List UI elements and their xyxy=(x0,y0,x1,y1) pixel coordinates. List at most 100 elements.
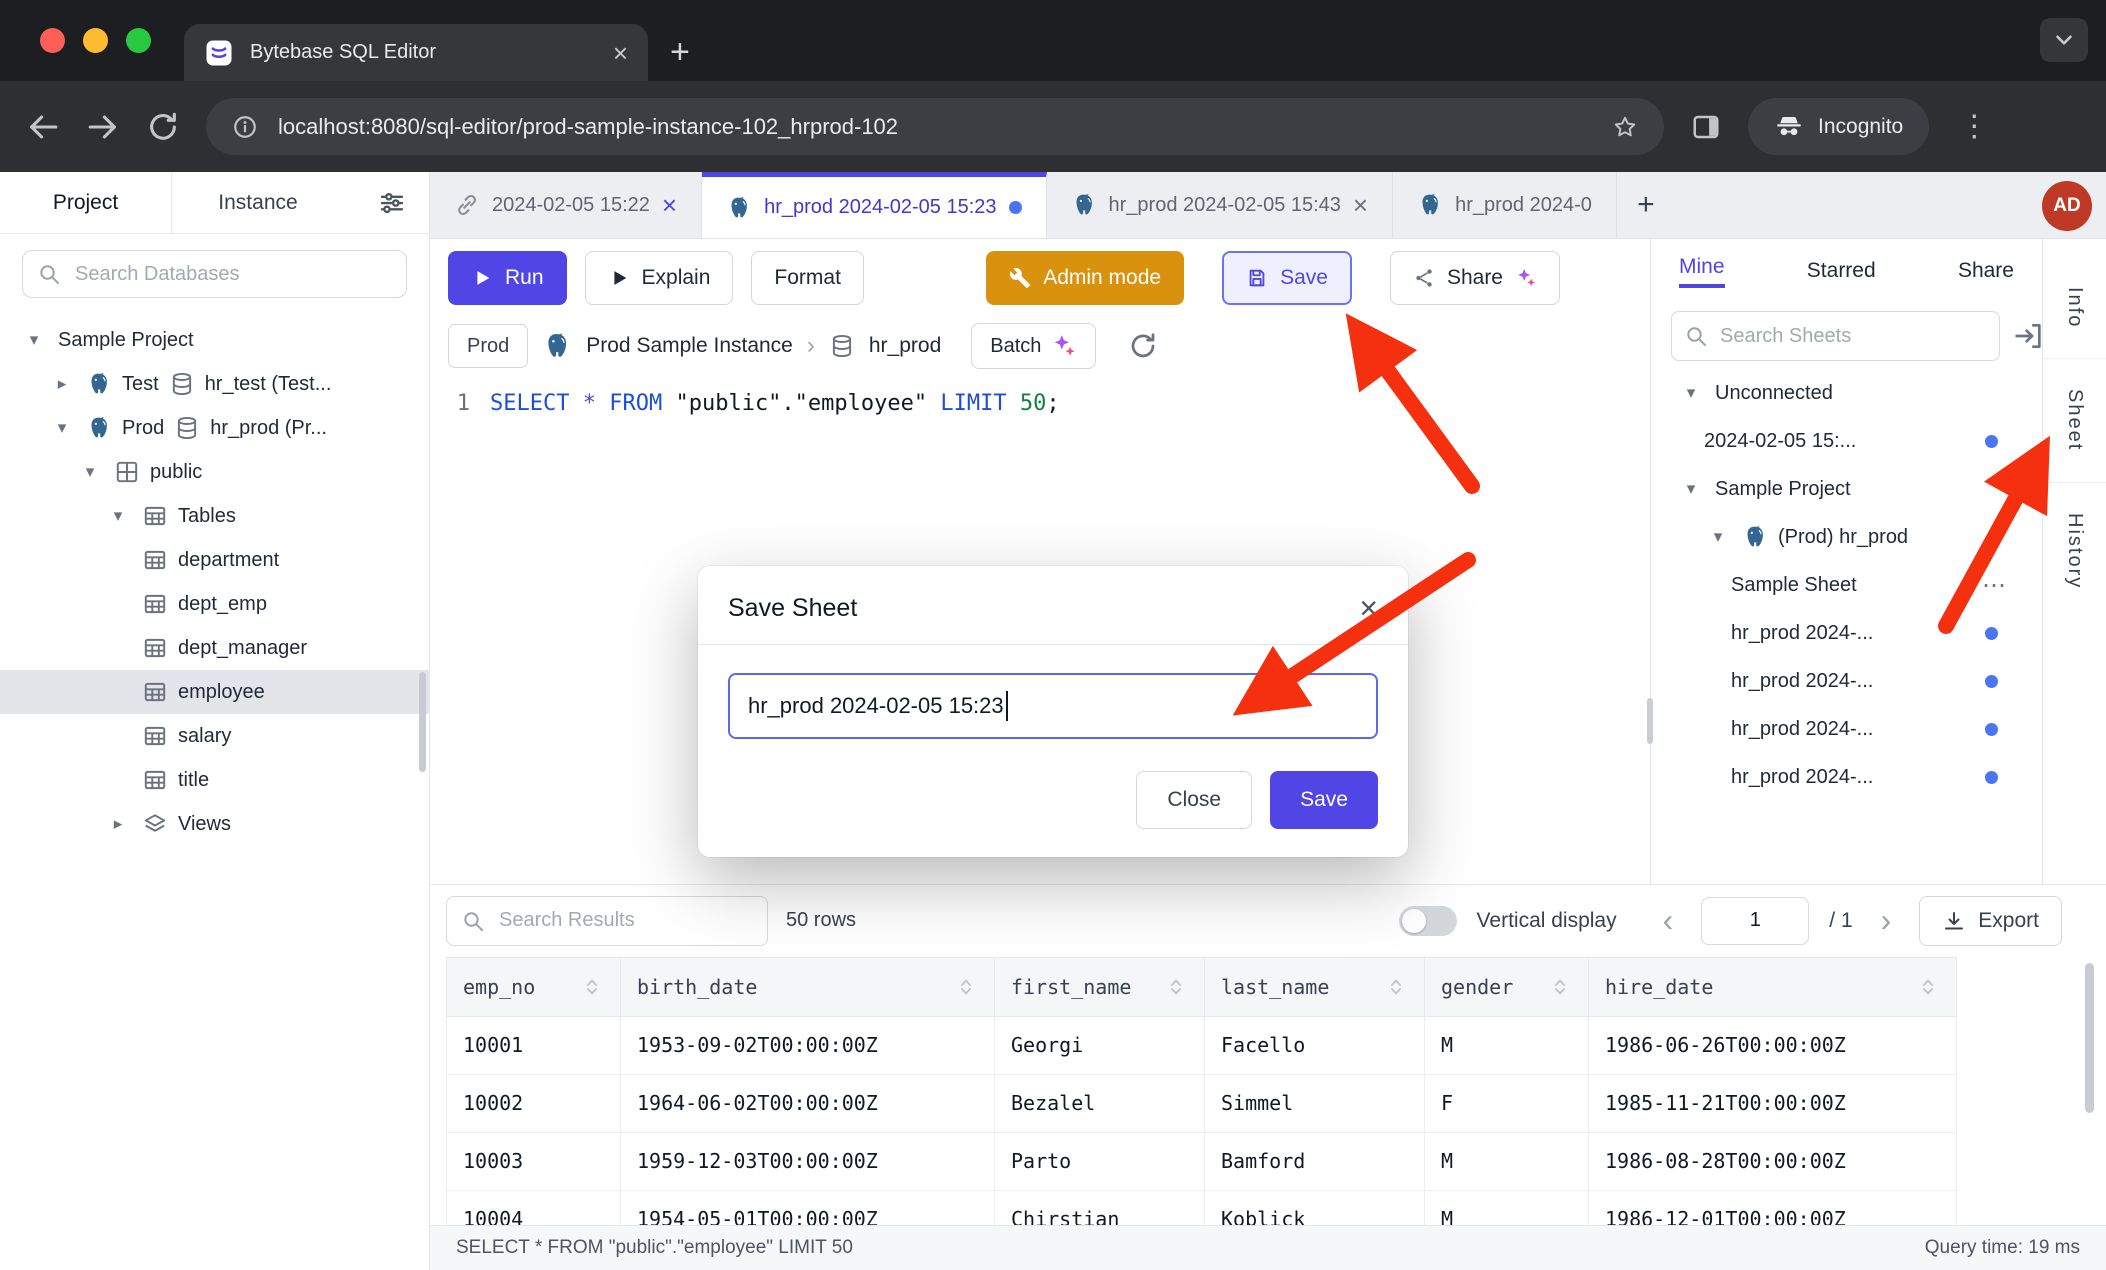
column-header-first-name[interactable]: first_name xyxy=(995,957,1205,1016)
database-search[interactable] xyxy=(22,250,407,298)
sidebar-scrollbar[interactable] xyxy=(419,672,426,772)
chevron-down-icon[interactable]: ▾ xyxy=(76,462,104,482)
new-sheet-tab-button[interactable]: + xyxy=(1617,172,1675,238)
column-header-gender[interactable]: gender xyxy=(1425,957,1589,1016)
sheet-search-input[interactable] xyxy=(1718,324,1987,349)
chevron-down-icon[interactable]: ▾ xyxy=(20,330,48,350)
sheet-name-input[interactable]: hr_prod 2024-02-05 15:23 xyxy=(728,673,1378,739)
chevron-down-icon[interactable]: ▾ xyxy=(1677,383,1705,403)
zoom-window-button[interactable] xyxy=(126,28,151,53)
tab-project[interactable]: Project xyxy=(0,172,172,233)
dialog-close-button[interactable]: Close xyxy=(1136,771,1252,829)
sheet-item-6-hr-prod-2024[interactable]: hr_prod 2024-... xyxy=(1651,657,2042,705)
db-tree-item-department[interactable]: department xyxy=(0,538,429,582)
chevron-right-icon[interactable]: ▸ xyxy=(48,374,76,394)
postgres-icon xyxy=(542,331,572,361)
reload-button[interactable] xyxy=(146,110,180,144)
editor-tab-hr-prod-2024-02-05-15-23[interactable]: hr_prod 2024-02-05 15:23 xyxy=(702,172,1046,238)
chevron-down-icon[interactable]: ▾ xyxy=(48,418,76,438)
panel-tab-sheet[interactable]: Sheet xyxy=(2043,359,2106,482)
db-tree-item-tables[interactable]: ▾Tables xyxy=(0,494,429,538)
panel-resize-handle[interactable] xyxy=(1647,698,1653,744)
column-header-emp-no[interactable]: emp_no xyxy=(447,957,621,1016)
save-button[interactable]: Save xyxy=(1222,251,1352,305)
results-search-input[interactable] xyxy=(497,908,753,933)
chevron-down-icon[interactable]: ▾ xyxy=(104,506,132,526)
new-browser-tab-button[interactable]: + xyxy=(670,35,690,69)
db-tree-item-views[interactable]: ▸Views xyxy=(0,802,429,846)
column-header-hire-date[interactable]: hire_date xyxy=(1589,957,1957,1016)
vertical-display-toggle[interactable] xyxy=(1399,906,1457,936)
explain-button[interactable]: Explain xyxy=(585,251,734,305)
prev-page-button[interactable]: ‹ xyxy=(1655,902,1682,939)
environment-badge[interactable]: Prod xyxy=(448,324,528,368)
sheet-item-3-prod-hr-prod[interactable]: ▾(Prod) hr_prod xyxy=(1651,513,2042,561)
run-button[interactable]: Run xyxy=(448,251,567,305)
collapse-sheet-panel-icon[interactable] xyxy=(2012,320,2044,352)
editor-tab-2024-02-05-15-22[interactable]: 2024-02-05 15:22× xyxy=(430,172,702,238)
sheet-item-5-hr-prod-2024[interactable]: hr_prod 2024-... xyxy=(1651,609,2042,657)
database-name[interactable]: hr_prod xyxy=(869,334,941,358)
more-menu-icon[interactable]: ⋯ xyxy=(1982,571,2008,600)
minimize-window-button[interactable] xyxy=(83,28,108,53)
close-tab-icon[interactable]: × xyxy=(662,192,677,218)
forward-button[interactable] xyxy=(86,110,120,144)
db-tree-item-dept-emp[interactable]: dept_emp xyxy=(0,582,429,626)
batch-button[interactable]: Batch xyxy=(971,323,1096,369)
db-tree-item-salary[interactable]: salary xyxy=(0,714,429,758)
editor-tab-hr-prod-2024-02-05-15-43[interactable]: hr_prod 2024-02-05 15:43× xyxy=(1047,172,1394,238)
tab-instance[interactable]: Instance xyxy=(172,172,344,233)
tab-mine[interactable]: Mine xyxy=(1679,255,1725,288)
format-button[interactable]: Format xyxy=(751,251,864,305)
page-input[interactable] xyxy=(1701,897,1809,945)
back-button[interactable] xyxy=(26,110,60,144)
database-search-input[interactable] xyxy=(73,262,392,287)
address-bar[interactable]: localhost:8080/sql-editor/prod-sample-in… xyxy=(206,98,1664,155)
db-tree-item-prod[interactable]: ▾Prodhr_prod (Pr... xyxy=(0,406,429,450)
db-tree-item-test[interactable]: ▸Testhr_test (Test... xyxy=(0,362,429,406)
browser-menu-icon[interactable]: ⋮ xyxy=(1959,109,1989,144)
sheet-item-7-hr-prod-2024[interactable]: hr_prod 2024-... xyxy=(1651,705,2042,753)
panel-tab-info[interactable]: Info xyxy=(2043,257,2106,359)
tree-filter-button[interactable] xyxy=(377,172,407,233)
tab-starred[interactable]: Starred xyxy=(1807,259,1876,283)
editor-tab-hr-prod-2024-0[interactable]: hr_prod 2024-0 xyxy=(1393,172,1617,238)
close-tab-icon[interactable]: × xyxy=(1353,192,1368,218)
db-tree-item-sample-project[interactable]: ▾Sample Project xyxy=(0,318,429,362)
instance-name[interactable]: Prod Sample Instance xyxy=(586,334,793,358)
site-info-icon[interactable] xyxy=(232,114,258,140)
close-browser-tab-icon[interactable]: × xyxy=(613,40,628,66)
results-scrollbar[interactable] xyxy=(2085,963,2094,1113)
db-tree-item-dept-manager[interactable]: dept_manager xyxy=(0,626,429,670)
column-header-last-name[interactable]: last_name xyxy=(1205,957,1425,1016)
sheet-item-2-sample-project[interactable]: ▾Sample Project xyxy=(1651,465,2042,513)
panel-tab-history[interactable]: History xyxy=(2043,483,2106,619)
export-button[interactable]: Export xyxy=(1919,896,2062,946)
sheet-item-4-sample-sheet[interactable]: Sample Sheet⋯ xyxy=(1651,561,2042,609)
side-panel-icon[interactable] xyxy=(1690,112,1722,142)
close-window-button[interactable] xyxy=(40,28,65,53)
sheet-search[interactable] xyxy=(1671,311,2000,361)
close-dialog-icon[interactable]: × xyxy=(1359,592,1378,624)
refresh-icon[interactable] xyxy=(1128,331,1158,361)
db-tree-item-title[interactable]: title xyxy=(0,758,429,802)
bookmark-star-icon[interactable] xyxy=(1612,114,1638,140)
column-header-birth-date[interactable]: birth_date xyxy=(621,957,995,1016)
db-tree-item-public[interactable]: ▾public xyxy=(0,450,429,494)
chevron-down-icon[interactable]: ▾ xyxy=(1677,479,1705,499)
chevron-down-icon[interactable]: ▾ xyxy=(1704,527,1732,547)
dialog-save-button[interactable]: Save xyxy=(1270,771,1378,829)
results-search[interactable] xyxy=(446,896,768,946)
browser-tab[interactable]: Bytebase SQL Editor × xyxy=(184,24,648,81)
next-page-button[interactable]: › xyxy=(1873,902,1900,939)
tab-share[interactable]: Share xyxy=(1958,259,2014,283)
avatar[interactable]: AD xyxy=(2042,181,2092,231)
sheet-item-1-2024-02-05-15[interactable]: 2024-02-05 15:... xyxy=(1651,417,2042,465)
share-button[interactable]: Share xyxy=(1390,251,1560,305)
admin-mode-button[interactable]: Admin mode xyxy=(986,251,1184,305)
tab-search-menu-button[interactable] xyxy=(2040,18,2088,62)
sheet-item-0-unconnected[interactable]: ▾Unconnected xyxy=(1651,369,2042,417)
sheet-item-8-hr-prod-2024[interactable]: hr_prod 2024-... xyxy=(1651,753,2042,801)
db-tree-item-employee[interactable]: employee xyxy=(0,670,429,714)
chevron-right-icon[interactable]: ▸ xyxy=(104,814,132,834)
